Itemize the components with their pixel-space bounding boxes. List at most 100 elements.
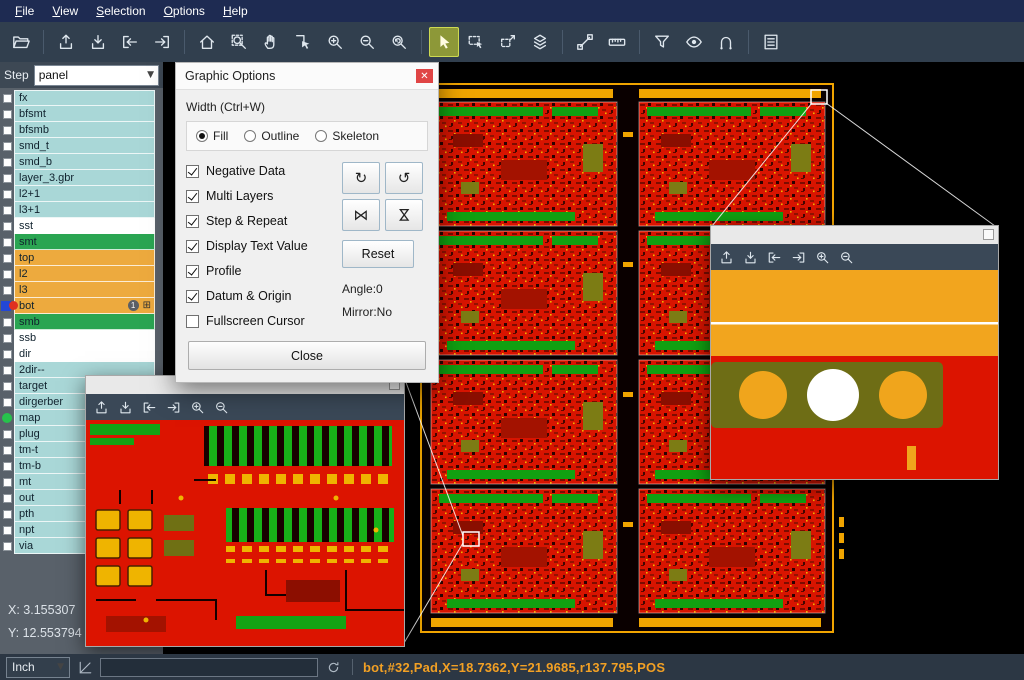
menu-help[interactable]: Help xyxy=(214,1,257,21)
layer-name-cell[interactable]: sst xyxy=(14,218,155,234)
layer-name-cell[interactable]: l3+1 xyxy=(14,202,155,218)
layer-row-bot[interactable]: bot1⊞ xyxy=(0,298,155,314)
layer-visibility-checkbox[interactable] xyxy=(0,314,14,330)
tray-up-button[interactable] xyxy=(51,27,81,57)
layer-row-dir[interactable]: dir xyxy=(0,346,155,362)
menu-file[interactable]: File xyxy=(6,1,43,21)
layer-visibility-checkbox[interactable] xyxy=(0,90,14,106)
mirror-horizontal-button[interactable]: ⋈ xyxy=(342,199,380,231)
layer-visibility-checkbox[interactable] xyxy=(0,218,14,234)
tray-down-button[interactable] xyxy=(83,27,113,57)
popup-title-bar[interactable] xyxy=(711,226,998,244)
layer-name-cell[interactable]: ssb xyxy=(14,330,155,346)
reset-button[interactable]: Reset xyxy=(342,240,414,268)
layer-row-ssb[interactable]: ssb xyxy=(0,330,155,346)
shape-cursor-button[interactable] xyxy=(288,27,318,57)
zoom-out-button[interactable] xyxy=(210,396,232,418)
layer-row-smt[interactable]: smt xyxy=(0,234,155,250)
eye-button[interactable] xyxy=(679,27,709,57)
layer-visibility-checkbox[interactable] xyxy=(0,250,14,266)
checkbox-fullscreen-cursor[interactable]: Fullscreen Cursor xyxy=(186,314,334,328)
tray-right-button[interactable] xyxy=(162,396,184,418)
layer-visibility-checkbox[interactable] xyxy=(0,362,14,378)
layer-row-bfsmb[interactable]: bfsmb xyxy=(0,122,155,138)
graphic-options-dialog[interactable]: Graphic Options ✕ Width (Ctrl+W) FillOut… xyxy=(175,62,439,383)
layer-visibility-checkbox[interactable] xyxy=(0,490,14,506)
tray-right-button[interactable] xyxy=(147,27,177,57)
layer-name-cell[interactable]: smt xyxy=(14,234,155,250)
layer-row-smd_b[interactable]: smd_b xyxy=(0,154,155,170)
layer-visibility-checkbox[interactable] xyxy=(0,330,14,346)
layer-row-sst[interactable]: sst xyxy=(0,218,155,234)
layer-visibility-checkbox[interactable] xyxy=(0,394,14,410)
layer-visibility-checkbox[interactable] xyxy=(0,458,14,474)
layer-visibility-checkbox[interactable] xyxy=(0,138,14,154)
layer-visibility-checkbox[interactable] xyxy=(0,282,14,298)
layer-name-cell[interactable]: bot1⊞ xyxy=(14,298,155,314)
zoom-popup-bottom-left[interactable] xyxy=(85,375,405,647)
tray-left-button[interactable] xyxy=(138,396,160,418)
measure-button[interactable] xyxy=(570,27,600,57)
checkbox-step-repeat[interactable]: Step & Repeat xyxy=(186,214,334,228)
angle-measure-icon[interactable] xyxy=(76,658,94,676)
rotate-ccw-button[interactable]: ↺ xyxy=(385,162,423,194)
layer-visibility-checkbox[interactable] xyxy=(0,186,14,202)
filter-button[interactable] xyxy=(647,27,677,57)
layer-name-cell[interactable]: top xyxy=(14,250,155,266)
layer-name-cell[interactable]: fx xyxy=(14,90,155,106)
tray-up-button[interactable] xyxy=(90,396,112,418)
layer-visibility-checkbox[interactable] xyxy=(0,234,14,250)
layer-status-indicator[interactable] xyxy=(0,410,14,426)
zoom-out-button[interactable] xyxy=(352,27,382,57)
transform-button[interactable] xyxy=(493,27,523,57)
layer-name-cell[interactable]: smb xyxy=(14,314,155,330)
step-combobox[interactable]: panel ▼ xyxy=(34,65,159,86)
tray-left-button[interactable] xyxy=(115,27,145,57)
zoom-popup-right[interactable] xyxy=(710,225,999,480)
layer-row-l3+1[interactable]: l3+1 xyxy=(0,202,155,218)
layer-visibility-checkbox[interactable] xyxy=(0,538,14,554)
close-button[interactable]: Close xyxy=(188,341,426,370)
home-button[interactable] xyxy=(192,27,222,57)
tray-up-button[interactable] xyxy=(715,246,737,268)
zoom-in-button[interactable] xyxy=(186,396,208,418)
layer-row-bfsmt[interactable]: bfsmt xyxy=(0,106,155,122)
zoom-reset-button[interactable] xyxy=(384,27,414,57)
loop-button[interactable] xyxy=(711,27,741,57)
checkbox-multi-layers[interactable]: Multi Layers xyxy=(186,189,334,203)
popup-maximize-button[interactable] xyxy=(983,229,994,240)
refresh-icon[interactable] xyxy=(324,658,342,676)
checkbox-display-text-value[interactable]: Display Text Value xyxy=(186,239,334,253)
current-layer-indicator[interactable] xyxy=(0,298,14,314)
layer-name-cell[interactable]: bfsmt xyxy=(14,106,155,122)
zoom-in-button[interactable] xyxy=(320,27,350,57)
mirror-vertical-button[interactable]: ⋈ xyxy=(385,199,423,231)
ruler-button[interactable] xyxy=(602,27,632,57)
layer-name-cell[interactable]: dir xyxy=(14,346,155,362)
dialog-title-bar[interactable]: Graphic Options ✕ xyxy=(176,63,438,90)
layer-row-l2[interactable]: l2 xyxy=(0,266,155,282)
layer-visibility-checkbox[interactable] xyxy=(0,426,14,442)
layer-name-cell[interactable]: l2 xyxy=(14,266,155,282)
tray-down-button[interactable] xyxy=(114,396,136,418)
layer-name-cell[interactable]: smd_b xyxy=(14,154,155,170)
layer-row-layer_3.gbr[interactable]: layer_3.gbr xyxy=(0,170,155,186)
layer-visibility-checkbox[interactable] xyxy=(0,122,14,138)
menu-selection[interactable]: Selection xyxy=(87,1,154,21)
layer-row-fx[interactable]: fx xyxy=(0,90,155,106)
layer-visibility-checkbox[interactable] xyxy=(0,506,14,522)
menu-view[interactable]: View xyxy=(43,1,87,21)
layer-visibility-checkbox[interactable] xyxy=(0,170,14,186)
menu-options[interactable]: Options xyxy=(155,1,214,21)
layers-button[interactable] xyxy=(525,27,555,57)
layer-row-top[interactable]: top xyxy=(0,250,155,266)
layer-visibility-checkbox[interactable] xyxy=(0,266,14,282)
layer-name-cell[interactable]: layer_3.gbr xyxy=(14,170,155,186)
pointer-button[interactable] xyxy=(429,27,459,57)
command-input[interactable] xyxy=(100,658,318,677)
tray-left-button[interactable] xyxy=(763,246,785,268)
layer-visibility-checkbox[interactable] xyxy=(0,442,14,458)
report-button[interactable] xyxy=(756,27,786,57)
layer-row-smb[interactable]: smb xyxy=(0,314,155,330)
layer-visibility-checkbox[interactable] xyxy=(0,106,14,122)
